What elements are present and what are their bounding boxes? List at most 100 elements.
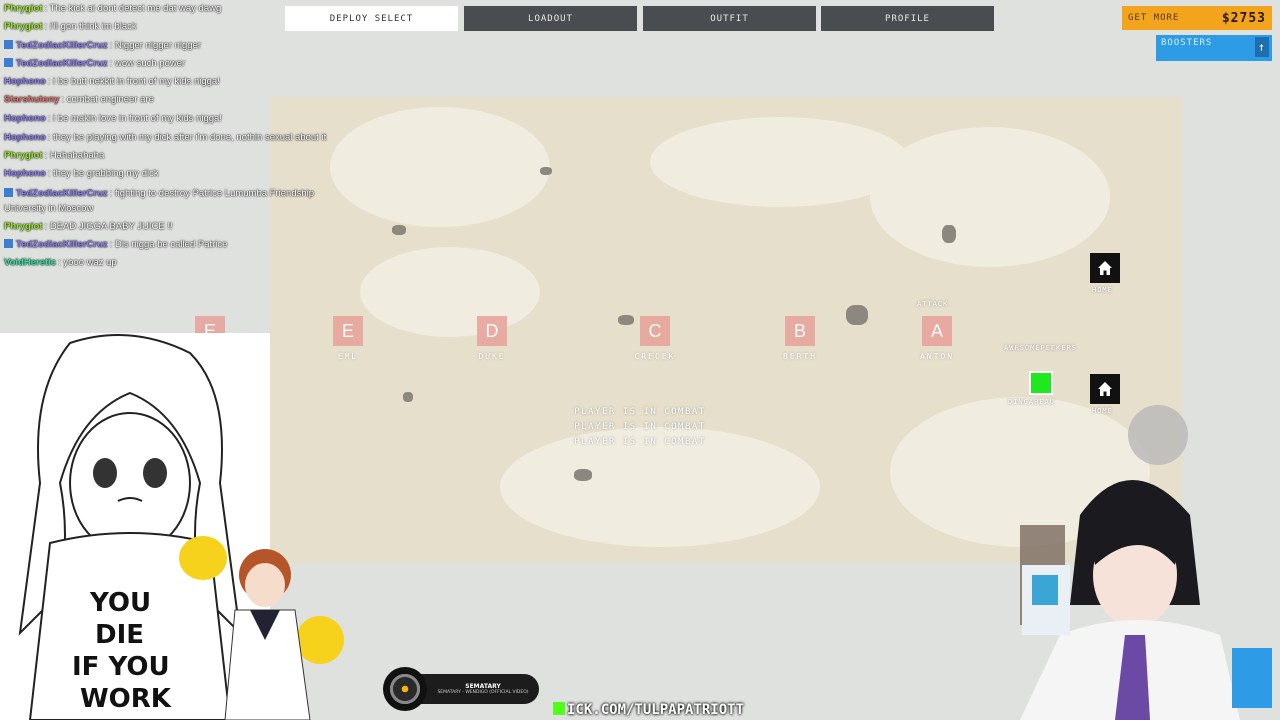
chat-text: Dis nigga be called Patrice bbox=[114, 238, 228, 250]
vtuber-overlay bbox=[1020, 405, 1272, 720]
flag-e[interactable]: E bbox=[333, 316, 363, 346]
attack-label: ATTACK bbox=[917, 300, 949, 308]
chat-message: Hophono: they be grabbing my dick bbox=[4, 165, 344, 183]
subscriber-badge-icon bbox=[4, 57, 13, 67]
chat-message: Phrygiot: Hahahahaha bbox=[4, 147, 344, 165]
chat-message: Hophono: i be butt nekkit in front of my… bbox=[4, 73, 344, 91]
kick-logo-icon bbox=[553, 702, 565, 715]
chat-username[interactable]: Phrygiot bbox=[4, 21, 43, 32]
shirt-text: DIE bbox=[95, 620, 144, 650]
subscriber-badge-icon bbox=[4, 238, 13, 248]
terrain-patch bbox=[330, 107, 550, 227]
chat-username[interactable]: VoidHeretic bbox=[4, 257, 56, 268]
terrain-patch bbox=[870, 127, 1110, 267]
terrain-rock bbox=[392, 225, 406, 235]
chat-message: TedZodiacKillerCruz: Dis nigga be called… bbox=[4, 236, 344, 254]
flag-b[interactable]: B bbox=[785, 316, 815, 346]
flag-e-name: EML bbox=[337, 352, 359, 361]
flag-b-name: BERTH bbox=[782, 352, 818, 361]
terrain-rock bbox=[846, 305, 868, 325]
get-more-currency-button[interactable]: GET MORE $2753 bbox=[1122, 6, 1272, 30]
chat-username[interactable]: Hophono bbox=[4, 76, 46, 87]
chat-text: The kick ai dont detect me dat way dawg bbox=[49, 3, 222, 14]
shirt-text: YOU bbox=[89, 588, 151, 618]
home-icon bbox=[1098, 382, 1112, 396]
terrain-patch bbox=[360, 247, 540, 337]
combat-line: PLAYER IS IN COMBAT bbox=[574, 437, 706, 447]
terrain-rock bbox=[403, 392, 413, 402]
chat-username[interactable]: Phrygiot bbox=[4, 221, 43, 232]
chat-username[interactable]: TedZodiacKillerCruz bbox=[16, 58, 108, 69]
boosters-label: BOOSTERS bbox=[1161, 38, 1213, 48]
shirt-text: WORK bbox=[80, 684, 172, 714]
arrow-up-icon: ↑ bbox=[1255, 37, 1269, 57]
flag-c[interactable]: C bbox=[640, 316, 670, 346]
chat-text: DEAD JIGGA BABY JUICE !! bbox=[49, 220, 173, 232]
chat-username[interactable]: Phrygiot bbox=[4, 150, 43, 161]
chat-message: VoidHeretic: yooo waz up bbox=[4, 254, 344, 272]
chat-message: TedZodiacKillerCruz: Nigger nigger nigge… bbox=[4, 37, 344, 55]
terrain-rock bbox=[942, 225, 956, 243]
home-icon bbox=[1098, 261, 1112, 275]
shirt-text: IF YOU bbox=[72, 652, 170, 682]
home-label: HOME bbox=[1092, 286, 1113, 294]
chat-username[interactable]: TedZodiacKillerCruz bbox=[16, 188, 108, 199]
chat-message: Phrygiot: The kick ai dont detect me dat… bbox=[4, 0, 344, 18]
now-playing-widget: SEMATARY SEMATARY - WENDIGO (OFFICIAL VI… bbox=[383, 667, 539, 711]
chat-username[interactable]: Phrygiot bbox=[4, 3, 43, 14]
flag-d-name: DUKE bbox=[478, 352, 506, 361]
flag-c-name: CRECEK bbox=[634, 352, 676, 361]
cheerleader-overlay bbox=[179, 536, 344, 720]
album-art-icon bbox=[383, 667, 427, 711]
squad-label: AWESOMEPEEKERS bbox=[1004, 344, 1078, 352]
chat-message: Phrygiot: DEAD JIGGA BABY JUICE !! bbox=[4, 218, 344, 236]
boosters-button[interactable]: BOOSTERS ↑ bbox=[1156, 35, 1272, 61]
flag-a[interactable]: A bbox=[922, 316, 952, 346]
chat-username[interactable]: Starshutony bbox=[4, 94, 59, 105]
player-spawn-marker[interactable] bbox=[1029, 371, 1053, 395]
get-more-label: GET MORE bbox=[1128, 13, 1180, 23]
chat-text: they be grabbing my dick bbox=[52, 168, 159, 180]
chat-username[interactable]: TedZodiacKillerCruz bbox=[16, 239, 108, 250]
tab-profile[interactable]: PROFILE bbox=[821, 6, 994, 31]
kick-url-text: ICK.COM/TULPAPATRIOTT bbox=[567, 702, 745, 718]
chat-message: Hophono: they be playing with my dick af… bbox=[4, 128, 344, 147]
chat-username[interactable]: Hophono bbox=[4, 113, 46, 124]
chat-message: TedZodiacKillerCruz: wow such power bbox=[4, 55, 344, 73]
terrain-rock bbox=[540, 167, 552, 175]
chat-message: TedZodiacKillerCruz: fighting to destroy… bbox=[4, 184, 344, 218]
terrain-rock bbox=[574, 469, 592, 481]
combat-status: PLAYER IS IN COMBAT PLAYER IS IN COMBAT … bbox=[560, 405, 720, 450]
subscriber-badge-icon bbox=[4, 39, 13, 49]
chat-text: yooo waz up bbox=[63, 257, 117, 269]
combat-line: PLAYER IS IN COMBAT bbox=[574, 407, 706, 417]
track-subtitle: SEMATARY - WENDIGO (OFFICIAL VIDEO) bbox=[437, 690, 529, 695]
chat-text: i be butt nekkit in front of my kids nig… bbox=[52, 76, 220, 88]
chat-text: i'll gon think im black bbox=[49, 21, 137, 33]
track-title: SEMATARY bbox=[465, 683, 501, 690]
home-spawn-button[interactable] bbox=[1090, 253, 1120, 283]
chat-message: Hophono: i be makin love in front of my … bbox=[4, 110, 344, 128]
chat-text: combat engineer are bbox=[66, 94, 154, 106]
combat-line: PLAYER IS IN COMBAT bbox=[574, 422, 706, 432]
chat-username[interactable]: TedZodiacKillerCruz bbox=[16, 40, 108, 51]
subscriber-badge-icon bbox=[4, 187, 13, 197]
chat-username[interactable]: Hophono bbox=[4, 168, 46, 179]
flag-a-name: ANTON bbox=[919, 352, 955, 361]
home-spawn-button[interactable] bbox=[1090, 374, 1120, 404]
stream-chat: Phrygiot: The kick ai dont detect me dat… bbox=[4, 0, 344, 273]
kick-channel-url: ICK.COM/TULPAPATRIOTT bbox=[553, 702, 744, 718]
chat-text: wow such power bbox=[114, 57, 186, 69]
chat-text: Nigger nigger nigger bbox=[114, 39, 202, 51]
chat-username[interactable]: Hophono bbox=[4, 132, 46, 143]
chat-message: Starshutony: combat engineer are bbox=[4, 91, 344, 109]
flag-d[interactable]: D bbox=[477, 316, 507, 346]
terrain-rock bbox=[618, 315, 634, 325]
chat-message: Phrygiot: i'll gon think im black bbox=[4, 18, 344, 36]
chat-text: they be playing with my dick after i'm d… bbox=[52, 132, 327, 144]
tab-loadout[interactable]: LOADOUT bbox=[464, 6, 637, 31]
tab-outfit[interactable]: OUTFIT bbox=[643, 6, 816, 31]
currency-amount: $2753 bbox=[1221, 10, 1266, 26]
chat-text: Hahahahaha bbox=[49, 150, 105, 162]
chat-text: i be makin love in front of my kids nigg… bbox=[52, 112, 222, 124]
